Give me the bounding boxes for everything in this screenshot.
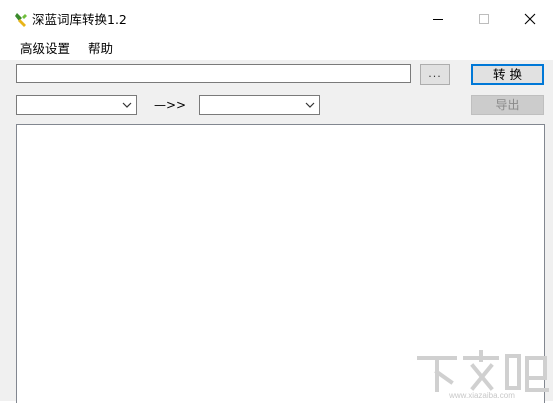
menu-advanced-settings[interactable]: 高级设置: [20, 41, 70, 57]
target-format-select[interactable]: [199, 95, 320, 115]
browse-button[interactable]: ...: [420, 64, 450, 85]
conversion-arrow: —>>: [154, 98, 187, 112]
chevron-down-icon: [305, 102, 315, 108]
export-button[interactable]: 导出: [471, 95, 544, 115]
maximize-icon: [479, 14, 489, 24]
menu-bar: 高级设置 帮助: [0, 38, 553, 60]
close-button[interactable]: [507, 0, 553, 38]
watermark-url: www.xiazaiba.com: [448, 391, 515, 400]
menu-help[interactable]: 帮助: [88, 41, 113, 57]
source-format-select[interactable]: [16, 95, 137, 115]
file-path-input[interactable]: [16, 64, 411, 83]
minimize-icon: [433, 19, 443, 20]
convert-button[interactable]: 转 换: [471, 64, 544, 85]
app-icon: [15, 13, 27, 27]
window-title: 深蓝词库转换1.2: [32, 12, 127, 27]
chevron-down-icon: [122, 102, 132, 108]
title-bar: 深蓝词库转换1.2: [0, 0, 553, 38]
maximize-button[interactable]: [461, 0, 507, 38]
minimize-button[interactable]: [415, 0, 461, 38]
close-icon: [524, 13, 536, 25]
watermark-logo: www.xiazaiba.com: [417, 350, 549, 400]
